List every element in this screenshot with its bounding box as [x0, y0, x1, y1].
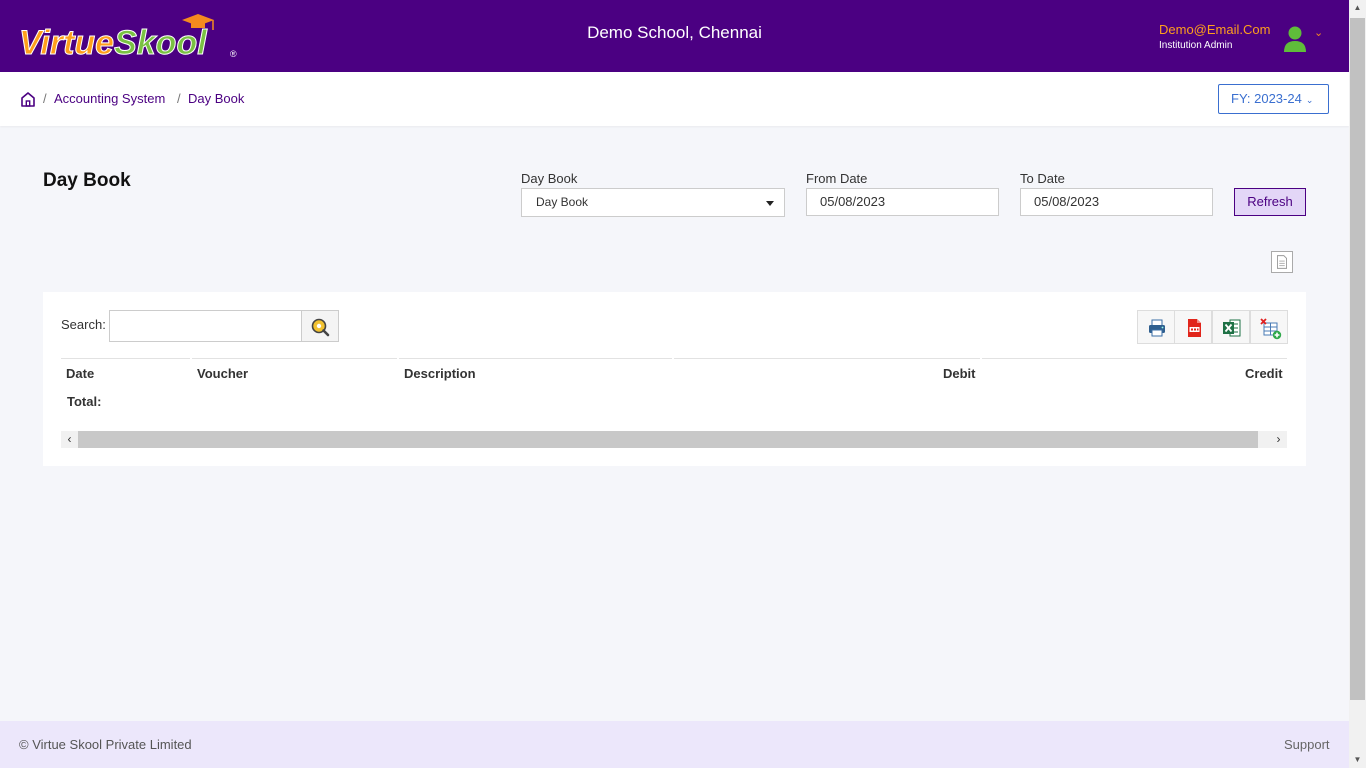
- search-input[interactable]: [109, 310, 302, 342]
- user-avatar-icon[interactable]: [1283, 25, 1307, 53]
- breadcrumb-separator: /: [177, 91, 181, 106]
- scroll-left-icon[interactable]: ‹: [61, 431, 78, 448]
- svg-text:®: ®: [230, 49, 237, 59]
- user-email[interactable]: Demo@Email.Com: [1159, 22, 1270, 37]
- refresh-button[interactable]: Refresh: [1234, 188, 1306, 216]
- page-title: Day Book: [43, 170, 131, 191]
- table-total-label: Total:: [67, 394, 102, 409]
- chevron-down-icon: ⌄: [1305, 95, 1314, 105]
- page-vertical-scrollbar[interactable]: ▲ ▼: [1349, 0, 1366, 768]
- column-visibility-button[interactable]: [1250, 310, 1288, 344]
- scroll-up-icon[interactable]: ▲: [1349, 0, 1366, 16]
- search-button[interactable]: [301, 310, 339, 342]
- from-date-input[interactable]: 05/08/2023: [806, 188, 999, 216]
- breadcrumb-day-book[interactable]: Day Book: [188, 91, 244, 106]
- scrollbar-thumb[interactable]: [1350, 18, 1365, 700]
- column-header-date[interactable]: Date: [66, 366, 94, 381]
- excel-icon: [1223, 319, 1241, 337]
- from-date-label: From Date: [806, 171, 868, 186]
- footer: [0, 721, 1349, 768]
- column-visibility-icon: [1260, 318, 1282, 340]
- column-header-voucher[interactable]: Voucher: [197, 366, 248, 381]
- print-button[interactable]: [1137, 310, 1175, 344]
- scrollbar-thumb[interactable]: [78, 431, 1258, 448]
- search-icon: [311, 318, 330, 337]
- column-header-description[interactable]: Description: [404, 366, 476, 381]
- document-icon[interactable]: [1271, 251, 1293, 273]
- caret-down-icon: [766, 201, 774, 206]
- user-menu-chevron-icon[interactable]: ⌄: [1314, 26, 1323, 39]
- search-label: Search:: [61, 317, 106, 332]
- scroll-right-icon[interactable]: ›: [1270, 431, 1287, 448]
- home-icon[interactable]: [20, 91, 36, 108]
- support-link[interactable]: Support: [1284, 737, 1330, 752]
- table-header-border: [982, 358, 1287, 359]
- user-role: Institution Admin: [1159, 40, 1233, 51]
- column-header-credit[interactable]: Credit: [1245, 366, 1283, 381]
- fy-selector-button[interactable]: FY: 2023-24 ⌄: [1218, 84, 1329, 114]
- scroll-down-icon[interactable]: ▼: [1349, 752, 1366, 768]
- table-header-border: [674, 358, 980, 359]
- table-horizontal-scrollbar[interactable]: ‹ ›: [61, 431, 1287, 448]
- to-date-label: To Date: [1020, 171, 1065, 186]
- export-excel-button[interactable]: [1212, 310, 1250, 344]
- table-header-border: [399, 358, 672, 359]
- print-icon: [1149, 319, 1165, 337]
- school-name: Demo School, Chennai: [587, 23, 762, 42]
- export-pdf-button[interactable]: [1174, 310, 1212, 344]
- footer-copyright: © Virtue Skool Private Limited: [19, 737, 192, 752]
- book-type-select[interactable]: Day Book: [521, 188, 785, 217]
- column-header-debit[interactable]: Debit: [943, 366, 976, 381]
- book-type-label: Day Book: [521, 171, 578, 186]
- table-header-border: [192, 358, 397, 359]
- to-date-input[interactable]: 05/08/2023: [1020, 188, 1213, 216]
- pdf-icon: [1188, 319, 1201, 337]
- table-header-border: [61, 358, 190, 359]
- breadcrumb-accounting-system[interactable]: Accounting System: [54, 91, 165, 106]
- breadcrumb-separator: /: [43, 91, 47, 106]
